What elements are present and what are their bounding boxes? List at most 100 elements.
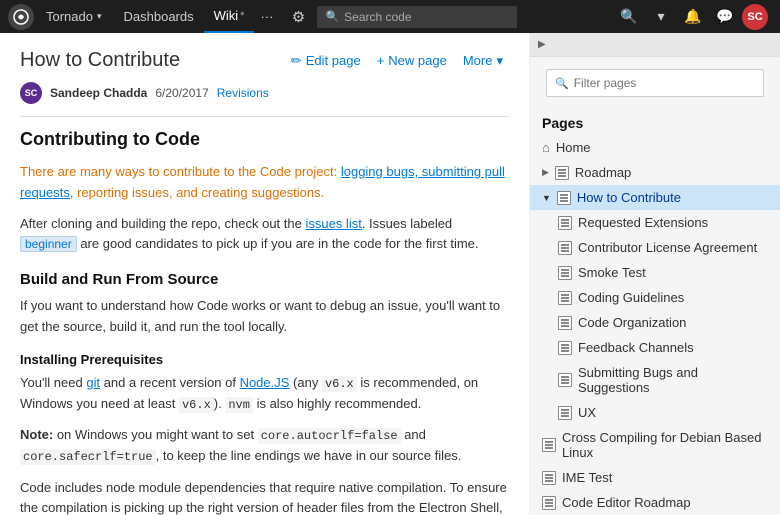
search-box[interactable]: 🔍 Search code	[317, 6, 517, 28]
author-name: Sandeep Chadda	[50, 86, 147, 100]
dropdown-icon[interactable]: ▾	[646, 0, 676, 33]
page-title: How to Contribute	[20, 49, 180, 72]
sidebar-item-how-to-contribute[interactable]: ▼ How to Contribute	[530, 185, 780, 210]
home-icon: ⌂	[542, 140, 550, 155]
sidebar-filter-container: 🔍	[530, 57, 780, 109]
more-chevron-icon: ▾	[496, 53, 503, 69]
search-icon: 🔍	[325, 10, 339, 23]
sidebar-item-label: IME Test	[562, 470, 612, 485]
settings-icon[interactable]: ⚙	[283, 0, 313, 33]
project-name: Tornado	[46, 9, 93, 24]
nav-item-wiki[interactable]: Wiki*	[204, 0, 255, 33]
sidebar-item-label: Coding Guidelines	[578, 290, 684, 305]
sidebar-item-label: Feedback Channels	[578, 340, 694, 355]
content-area: How to Contribute ✏ Edit page + New page…	[0, 33, 530, 515]
user-avatar[interactable]: SC	[742, 4, 768, 30]
sidebar-item-requested-ext[interactable]: Requested Extensions	[530, 210, 780, 235]
project-selector[interactable]: Tornado ▾	[38, 0, 110, 33]
author-date: 6/20/2017	[155, 86, 208, 100]
main-layout: How to Contribute ✏ Edit page + New page…	[0, 33, 780, 515]
nav-items: Dashboards Wiki* ···	[114, 0, 280, 33]
page-icon-ime	[542, 471, 556, 485]
page-icon-contribute	[557, 191, 571, 205]
search-placeholder: Search code	[344, 10, 411, 24]
nav-more-button[interactable]: ···	[254, 9, 279, 24]
wiki-content: Contributing to Code There are many ways…	[20, 129, 509, 515]
sidebar-item-cross-compiling[interactable]: Cross Compiling for Debian Based Linux	[530, 425, 780, 465]
topbar: Tornado ▾ Dashboards Wiki* ··· ⚙ 🔍 Searc…	[0, 0, 780, 33]
filter-input[interactable]	[574, 76, 755, 90]
page-header: How to Contribute ✏ Edit page + New page…	[20, 49, 509, 72]
sidebar-item-smoke-test[interactable]: Smoke Test	[530, 260, 780, 285]
content-h1: Contributing to Code	[20, 129, 509, 150]
sidebar-item-label: Home	[556, 140, 591, 155]
project-chevron-icon: ▾	[97, 11, 102, 22]
sidebar-item-label: How to Contribute	[577, 190, 681, 205]
app-logo[interactable]	[8, 4, 34, 30]
sidebar-item-home[interactable]: ⌂ Home	[530, 135, 780, 160]
sidebar-item-ime-test[interactable]: IME Test	[530, 465, 780, 490]
content-p2: After cloning and building the repo, che…	[20, 214, 509, 256]
p4-nodejs-link[interactable]: Node.JS	[240, 375, 290, 390]
sidebar-item-contributor-license[interactable]: Contributor License Agreement	[530, 235, 780, 260]
page-icon-requested	[558, 216, 572, 230]
notifications-icon[interactable]: 🔔	[678, 0, 708, 33]
sidebar: ▶ 🔍 Pages ⌂ Home ▶ Roadmap ▼ How to Cont…	[530, 33, 780, 515]
p4-code1: v6.x	[322, 376, 357, 392]
sidebar-filter-box[interactable]: 🔍	[546, 69, 764, 97]
content-p1: There are many ways to contribute to the…	[20, 162, 509, 204]
sidebar-section-label: Pages	[530, 109, 780, 135]
p2-issues-link[interactable]: issues list	[305, 216, 361, 231]
note-label: Note:	[20, 427, 53, 442]
content-p4: You'll need git and a recent version of …	[20, 373, 509, 415]
sidebar-toggle-icon: ▶	[538, 39, 546, 50]
revisions-link[interactable]: Revisions	[217, 86, 269, 100]
more-button[interactable]: More ▾	[457, 50, 509, 72]
page-icon-submitting	[558, 373, 572, 387]
filter-search-icon: 🔍	[555, 77, 569, 90]
sidebar-item-label: Code Organization	[578, 315, 686, 330]
sidebar-toggle[interactable]: ▶	[530, 33, 780, 57]
page-icon-license	[558, 241, 572, 255]
sidebar-item-roadmap[interactable]: ▶ Roadmap	[530, 160, 780, 185]
sidebar-item-label: Roadmap	[575, 165, 631, 180]
page-icon-editor-roadmap	[542, 496, 556, 510]
sidebar-item-feedback[interactable]: Feedback Channels	[530, 335, 780, 360]
page-icon-smoke	[558, 266, 572, 280]
p4-code3: nvm	[225, 397, 253, 413]
sidebar-item-coding-guidelines[interactable]: Coding Guidelines	[530, 285, 780, 310]
chat-icon[interactable]: 💬	[710, 0, 740, 33]
author-avatar: SC	[20, 82, 42, 104]
sidebar-item-label: Code Editor Roadmap	[562, 495, 691, 510]
p4-code2: v6.x	[179, 397, 214, 413]
edit-icon: ✏	[291, 53, 302, 69]
sidebar-item-label: UX	[578, 405, 596, 420]
nav-item-dashboards[interactable]: Dashboards	[114, 0, 204, 33]
sidebar-item-editor-roadmap[interactable]: Code Editor Roadmap	[530, 490, 780, 515]
sidebar-item-submitting[interactable]: Submitting Bugs and Suggestions	[530, 360, 780, 400]
page-icon-ux	[558, 406, 572, 420]
page-icon-cross	[542, 438, 556, 452]
sidebar-item-ux[interactable]: UX	[530, 400, 780, 425]
sidebar-item-label: Cross Compiling for Debian Based Linux	[562, 430, 772, 460]
sidebar-item-label: Smoke Test	[578, 265, 646, 280]
new-page-button[interactable]: + New page	[371, 50, 453, 71]
page-icon-feedback	[558, 341, 572, 355]
beginner-badge: beginner	[20, 236, 77, 252]
content-p6: Code includes node module dependencies t…	[20, 478, 509, 515]
author-row: SC Sandeep Chadda 6/20/2017 Revisions	[20, 82, 509, 104]
header-divider	[20, 116, 509, 117]
p1-link-bugs[interactable]: logging bugs, submitting pull requests,	[20, 164, 505, 200]
sidebar-chevron-roadmap: ▶	[542, 167, 549, 178]
content-h2-1: Build and Run From Source	[20, 271, 509, 288]
edit-page-button[interactable]: ✏ Edit page	[285, 50, 367, 72]
search-expand-icon[interactable]: 🔍	[614, 0, 644, 33]
p1-text: There are many ways to contribute to the…	[20, 164, 505, 200]
p4-git-link[interactable]: git	[86, 375, 100, 390]
content-h3-1: Installing Prerequisites	[20, 352, 509, 367]
sidebar-item-label: Submitting Bugs and Suggestions	[578, 365, 772, 395]
modified-indicator: *	[240, 10, 244, 22]
p5-code1: core.autocrlf=false	[258, 428, 401, 444]
sidebar-item-code-organization[interactable]: Code Organization	[530, 310, 780, 335]
page-icon-roadmap	[555, 166, 569, 180]
